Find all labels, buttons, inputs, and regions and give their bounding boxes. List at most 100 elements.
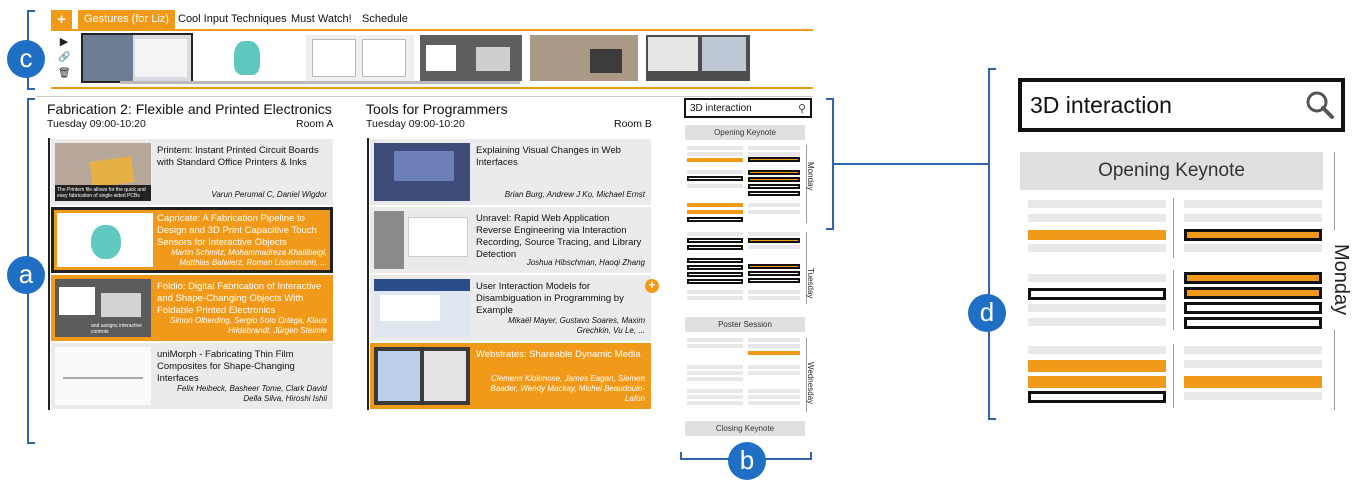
overview-slot-selected[interactable] — [748, 184, 800, 189]
overview-slot[interactable] — [748, 401, 800, 405]
overview-slot[interactable] — [748, 389, 800, 393]
overview-slot[interactable] — [748, 232, 800, 236]
overview-slot-selected[interactable] — [687, 258, 743, 263]
play-icon[interactable]: ▶ — [58, 35, 70, 48]
overview-slot[interactable] — [748, 296, 800, 300]
overview-slot[interactable] — [687, 377, 743, 381]
add-playlist-button[interactable]: + — [51, 10, 72, 29]
bracket-a-top — [27, 98, 35, 100]
overview-slot[interactable] — [687, 170, 743, 174]
overview-slot[interactable] — [748, 395, 800, 399]
overview-slot[interactable] — [687, 184, 743, 188]
overview-slot[interactable] — [687, 152, 743, 156]
playlist-thumb-5[interactable] — [530, 35, 638, 81]
overview-slot-selected[interactable] — [687, 245, 743, 250]
bracket-zoom-src-b — [826, 228, 834, 230]
overview-slot-match[interactable] — [748, 177, 800, 182]
overview-slot[interactable] — [748, 245, 800, 249]
zoom-col-divider — [1173, 344, 1174, 408]
zoom-slot-selected — [1028, 288, 1166, 300]
zoom-search-box[interactable]: 3D interaction — [1018, 78, 1345, 132]
overview-slot[interactable] — [687, 344, 743, 348]
overview-poster-session[interactable]: Poster Session — [685, 317, 805, 332]
playlist-thumb-3[interactable] — [306, 35, 414, 81]
overview-slot[interactable] — [748, 210, 800, 214]
zoom-slot-match — [1184, 272, 1322, 284]
overview-slot[interactable] — [748, 371, 800, 375]
paper-card[interactable]: Unravel: Rapid Web Application Reverse E… — [370, 207, 651, 273]
overview-slot[interactable] — [687, 401, 743, 405]
overview-slot[interactable] — [687, 290, 743, 294]
link-icon[interactable]: 🔗 — [58, 52, 70, 63]
paper-card-selected[interactable]: Capricate: A Fabrication Pipeline to Des… — [51, 207, 333, 273]
paper-title: Unravel: Rapid Web Application Reverse E… — [476, 213, 642, 260]
overview-slot-match[interactable] — [687, 210, 743, 214]
paper-card[interactable]: User Interaction Models for Disambiguati… — [370, 275, 651, 341]
overview-slot-selected[interactable] — [687, 265, 743, 270]
overview-slot-selected[interactable] — [687, 176, 743, 181]
overview-slot-match[interactable] — [748, 351, 800, 355]
paper-card-highlighted[interactable]: Webstrates: Shareable Dynamic Media Clem… — [370, 343, 651, 409]
overview-slot[interactable] — [687, 389, 743, 393]
paper-authors: Mikaël Mayer, Gustavo Soares, Maxim Grec… — [508, 316, 645, 335]
overview-slot-match[interactable] — [687, 158, 743, 162]
overview-slot[interactable] — [687, 296, 743, 300]
add-to-playlist-icon[interactable]: + — [645, 279, 659, 293]
overview-slot[interactable] — [687, 395, 743, 399]
overview-slot-selected[interactable] — [748, 191, 800, 196]
overview-slot[interactable] — [748, 290, 800, 294]
trash-icon[interactable]: 🗑 — [58, 68, 71, 79]
overview-slot[interactable] — [748, 203, 800, 207]
playlist-thumb-6[interactable] — [646, 35, 750, 81]
overview-opening-keynote[interactable]: Opening Keynote — [685, 125, 805, 140]
overview-slot-selected[interactable] — [687, 272, 743, 277]
overview-slot-selected[interactable] — [748, 271, 800, 276]
zoom-slot-match — [1184, 229, 1322, 241]
tabbar-underline — [51, 29, 813, 31]
paper-card[interactable]: The Printem file allows for the quick an… — [51, 139, 333, 205]
session-title-2: Tools for Programmers — [366, 101, 508, 117]
overview-slot-match[interactable] — [687, 203, 743, 207]
playlist-scrollbar[interactable] — [120, 81, 520, 84]
paper-thumbnail — [374, 279, 470, 337]
overview-slot[interactable] — [748, 365, 800, 369]
overview-slot-selected[interactable] — [748, 278, 800, 283]
overview-slot[interactable] — [748, 152, 800, 156]
overview-slot-selected[interactable] — [687, 279, 743, 284]
overview-slot[interactable] — [748, 344, 800, 348]
tab-schedule[interactable]: Schedule — [356, 10, 414, 29]
overview-slot[interactable] — [687, 146, 743, 150]
overview-slot[interactable] — [687, 371, 743, 375]
playlist-thumb-1[interactable] — [81, 33, 193, 83]
overview-search-box[interactable]: 3D interaction ⚲ — [684, 98, 812, 118]
paper-card[interactable]: Explaining Visual Changes in Web Interfa… — [370, 139, 651, 205]
overview-slot-match[interactable] — [748, 170, 800, 175]
overview-slot[interactable] — [748, 146, 800, 150]
paper-title: Webstrates: Shareable Dynamic Media — [476, 349, 641, 360]
zoom-search-input[interactable]: 3D interaction — [1030, 92, 1172, 119]
paper-authors: Martin Schmitz, Mohammadreza Khalilbeigi… — [170, 248, 327, 267]
paper-card-highlighted[interactable]: and assigns interactive controls Foldio:… — [51, 275, 333, 341]
paper-card[interactable]: uniMorph - Fabricating Thin Film Composi… — [51, 343, 333, 409]
tab-gestures[interactable]: Gestures (for Liz) — [78, 10, 175, 29]
overview-search-input[interactable]: 3D interaction — [690, 103, 752, 114]
tab-must-watch[interactable]: Must Watch! — [285, 10, 358, 29]
zoom-search-icon[interactable] — [1305, 90, 1334, 119]
overview-slot-match[interactable] — [748, 238, 800, 243]
playlist-thumb-2[interactable] — [196, 35, 300, 81]
bracket-d-b — [988, 418, 996, 420]
tab-cool-input[interactable]: Cool Input Techniques — [172, 10, 293, 29]
overview-slot[interactable] — [748, 338, 800, 342]
overview-slot[interactable] — [687, 365, 743, 369]
overview-search-icon[interactable]: ⚲ — [798, 102, 806, 115]
overview-slot[interactable] — [687, 232, 743, 236]
playlist-thumb-4[interactable] — [420, 35, 522, 81]
zoom-slot-match — [1028, 376, 1166, 388]
overview-slot-match[interactable] — [748, 264, 800, 269]
overview-closing-keynote[interactable]: Closing Keynote — [685, 421, 805, 436]
overview-slot-selected[interactable] — [687, 217, 743, 222]
session-title-1: Fabrication 2: Flexible and Printed Elec… — [47, 101, 332, 117]
overview-slot-selected[interactable] — [687, 238, 743, 243]
overview-slot-match[interactable] — [748, 157, 800, 162]
overview-slot[interactable] — [687, 338, 743, 342]
